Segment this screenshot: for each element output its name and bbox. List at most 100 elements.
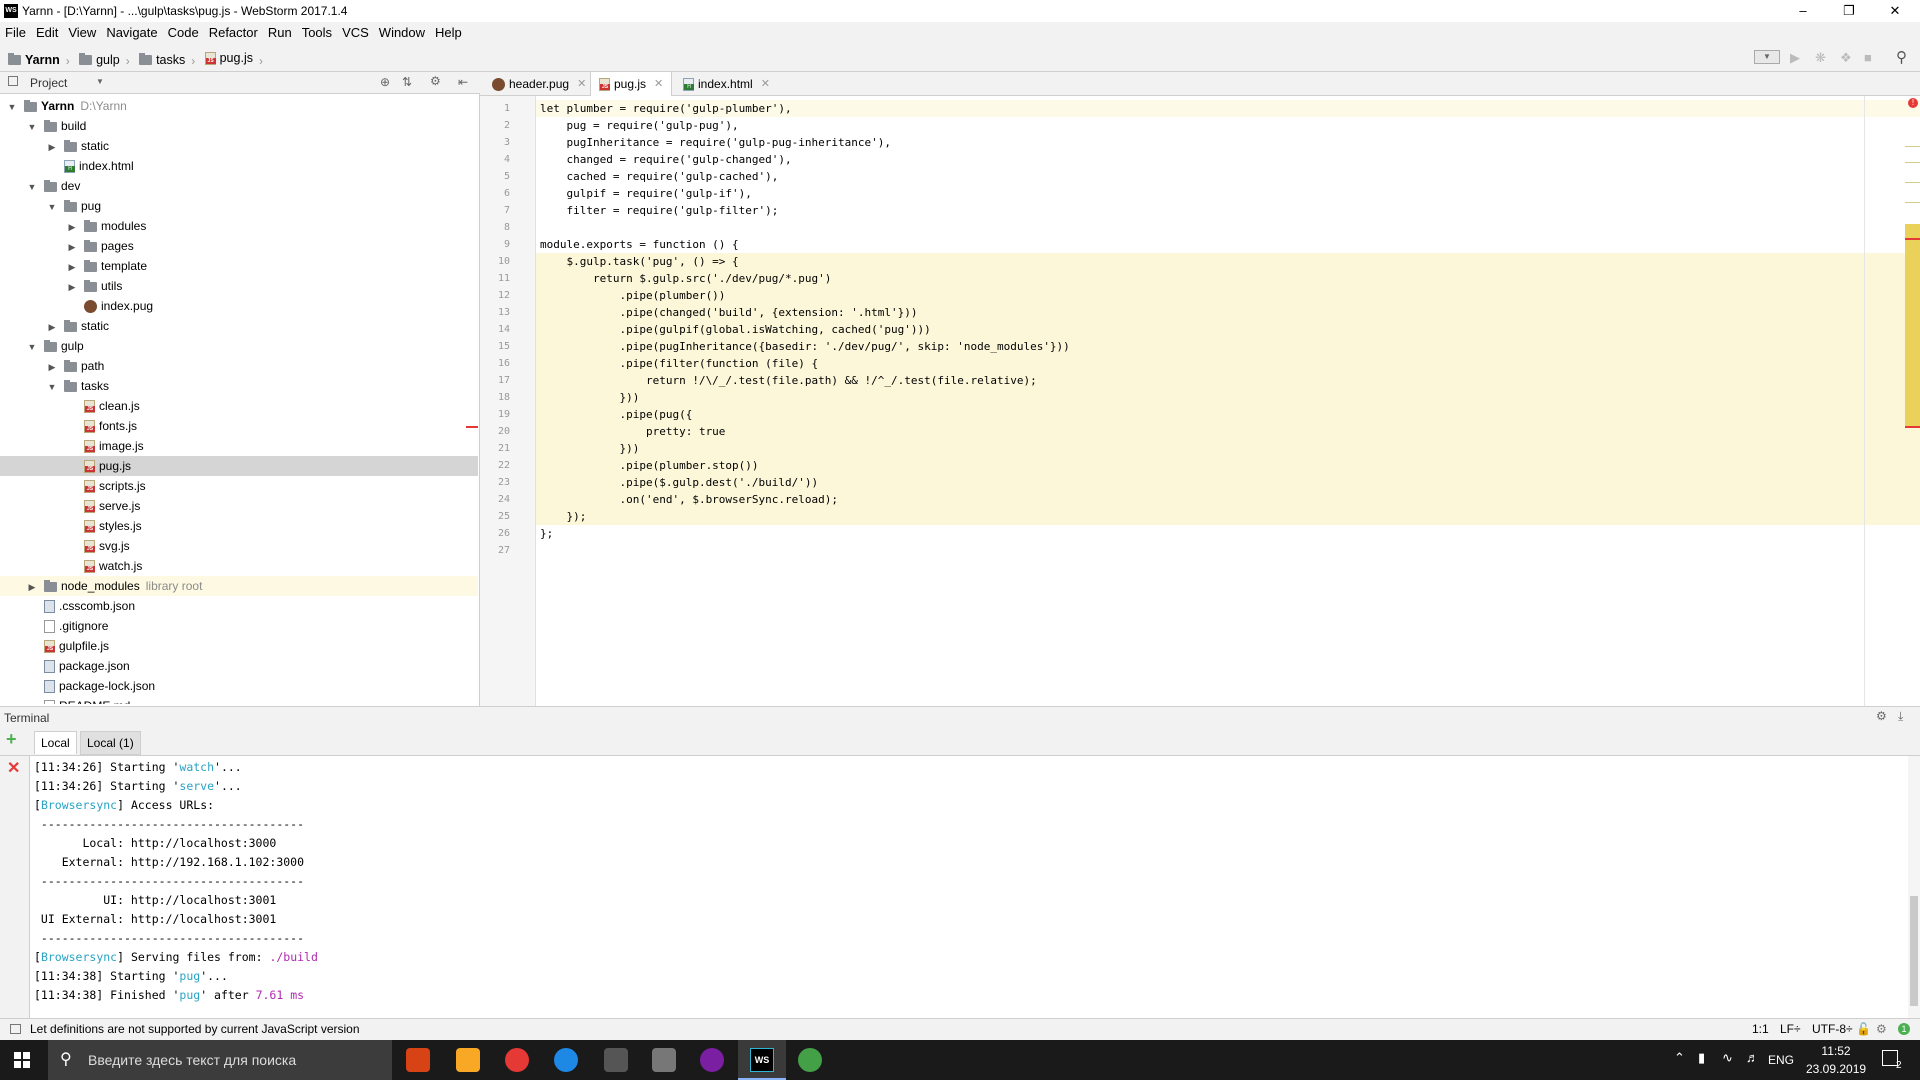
gear-icon[interactable]: ⚙ (430, 74, 441, 88)
collapsed-arrow-icon[interactable]: ▶ (66, 237, 78, 257)
menu-vcs[interactable]: VCS (337, 22, 374, 44)
collapsed-arrow-icon[interactable]: ▶ (46, 357, 58, 377)
caret-position[interactable]: 1:1 (1752, 1019, 1769, 1040)
terminal-scrollbar[interactable] (1908, 756, 1920, 1018)
tree-item[interactable]: serve.js (0, 496, 478, 516)
tree-item[interactable]: ▶ pages (0, 236, 478, 256)
run-config-dropdown[interactable]: ▼ (1754, 50, 1780, 64)
run-icon[interactable]: ▶ (1790, 50, 1800, 66)
collapsed-arrow-icon[interactable]: ▶ (66, 217, 78, 237)
tree-item[interactable]: .gitignore (0, 616, 478, 636)
menu-help[interactable]: Help (430, 22, 467, 44)
hide-panel-icon[interactable]: ⤓ (1898, 709, 1903, 724)
collapsed-arrow-icon[interactable]: ▶ (26, 577, 38, 597)
toggle-tool-windows-icon[interactable] (10, 1024, 21, 1034)
menu-file[interactable]: File (0, 22, 31, 44)
lock-icon[interactable]: 🔓 (1856, 1019, 1871, 1040)
language-indicator[interactable]: ENG (1768, 1053, 1794, 1067)
tree-item[interactable]: ▼ build (0, 116, 478, 136)
close-tab-icon[interactable]: ✕ (654, 72, 663, 96)
hide-panel-icon[interactable]: ⇤ (458, 75, 468, 89)
tree-item[interactable]: ▼ tasks (0, 376, 478, 396)
debug-icon[interactable]: ❋ (1815, 50, 1826, 66)
tree-item[interactable]: ▶ path (0, 356, 478, 376)
tree-item[interactable]: ▶ utils (0, 276, 478, 296)
collapse-all-icon[interactable]: ⇅ (402, 75, 412, 89)
status-message[interactable]: Let definitions are not supported by cur… (30, 1019, 360, 1040)
file-explorer-icon[interactable] (456, 1048, 480, 1072)
menu-run[interactable]: Run (263, 22, 297, 44)
skype-icon[interactable] (554, 1048, 578, 1072)
stop-icon[interactable]: ■ (1864, 50, 1872, 65)
code-editor[interactable]: let plumber = require('gulp-plumber'), p… (536, 96, 1920, 706)
chrome-icon[interactable] (798, 1048, 822, 1072)
tree-item[interactable]: ▶ template (0, 256, 478, 276)
search-everywhere-icon[interactable]: ⚲ (1896, 48, 1907, 66)
scroll-from-source-icon[interactable]: ⊕ (380, 75, 390, 89)
inspector-icon[interactable]: ⚙ (1876, 1019, 1887, 1040)
expanded-arrow-icon[interactable]: ▼ (26, 117, 38, 137)
tree-item[interactable]: .csscomb.json (0, 596, 478, 616)
battery-icon[interactable]: ▮ (1698, 1050, 1705, 1066)
minimize-button[interactable]: – (1780, 0, 1826, 22)
tree-item[interactable]: package.json (0, 656, 478, 676)
gear-icon[interactable]: ⚙ (1876, 709, 1887, 723)
tree-item[interactable]: ▶ static (0, 136, 478, 156)
tree-item[interactable]: ▶ static (0, 316, 478, 336)
breadcrumb-item-project[interactable]: Yarnn (8, 46, 60, 74)
expanded-arrow-icon[interactable]: ▼ (46, 197, 58, 217)
tab-terminal-local[interactable]: Local (34, 731, 77, 754)
tree-item[interactable]: package-lock.json (0, 676, 478, 696)
collapsed-arrow-icon[interactable]: ▶ (66, 257, 78, 277)
tree-item[interactable]: ▼ pug (0, 196, 478, 216)
tree-item[interactable]: ▼ gulp (0, 336, 478, 356)
menu-tools[interactable]: Tools (297, 22, 337, 44)
coverage-icon[interactable]: ❖ (1840, 50, 1852, 66)
menu-edit[interactable]: Edit (31, 22, 63, 44)
expanded-arrow-icon[interactable]: ▼ (6, 97, 18, 117)
tab-index-html[interactable]: index.html✕ (675, 72, 778, 96)
add-terminal-icon[interactable]: + (6, 729, 17, 750)
clock-date[interactable]: 23.09.2019 (1806, 1062, 1866, 1076)
menu-refactor[interactable]: Refactor (204, 22, 263, 44)
viber-icon[interactable] (700, 1048, 724, 1072)
tab-terminal-local-1[interactable]: Local (1) (80, 731, 141, 755)
expanded-arrow-icon[interactable]: ▼ (46, 377, 58, 397)
taskbar-search[interactable]: ⚲ Введите здесь текст для поиска (48, 1040, 392, 1080)
breadcrumb-item-file[interactable]: pug.js (204, 44, 253, 72)
event-log-icon[interactable]: 1 (1898, 1023, 1910, 1035)
tree-item[interactable]: ▼ dev (0, 176, 478, 196)
tree-item[interactable]: svg.js (0, 536, 478, 556)
tree-item[interactable]: ▶ modules (0, 216, 478, 236)
scrollbar-thumb[interactable] (1910, 896, 1918, 1006)
chevron-down-icon[interactable]: ▼ (96, 77, 104, 86)
breadcrumb-item-tasks[interactable]: tasks (139, 46, 185, 74)
tree-item[interactable]: index.pug (0, 296, 478, 316)
mail-icon[interactable] (652, 1048, 676, 1072)
volume-icon[interactable]: ♬ (1746, 1050, 1759, 1065)
tree-item[interactable]: ▼ Yarnn D:\Yarnn (0, 96, 478, 116)
maximize-button[interactable]: ❐ (1826, 0, 1872, 22)
tree-item[interactable]: watch.js (0, 556, 478, 576)
tree-item[interactable]: scripts.js (0, 476, 478, 496)
tree-item[interactable]: clean.js (0, 396, 478, 416)
collapsed-arrow-icon[interactable]: ▶ (66, 277, 78, 297)
app-icon-generic[interactable] (406, 1048, 430, 1072)
menu-code[interactable]: Code (163, 22, 204, 44)
line-separator[interactable]: LF÷ (1780, 1019, 1801, 1040)
tree-item[interactable]: gulpfile.js (0, 636, 478, 656)
collapsed-arrow-icon[interactable]: ▶ (46, 317, 58, 337)
tree-item[interactable]: image.js (0, 436, 478, 456)
tab-header-pug[interactable]: header.pug ✕ (484, 72, 594, 96)
tree-item[interactable]: index.html (0, 156, 478, 176)
tree-item[interactable]: ▶ node_modules library root (0, 576, 478, 596)
taskbar-webstorm-active[interactable]: WS (738, 1040, 786, 1080)
close-tab-icon[interactable]: ✕ (577, 72, 586, 96)
tree-item[interactable]: pug.js (0, 456, 478, 476)
expanded-arrow-icon[interactable]: ▼ (26, 177, 38, 197)
chevron-up-icon[interactable]: ⌃ (1674, 1050, 1685, 1066)
wifi-icon[interactable]: ∿ (1722, 1050, 1733, 1066)
terminal-output[interactable]: ✕ [11:34:26] Starting 'watch'... [11:34:2… (0, 756, 1920, 1018)
editor-scrollbar[interactable]: ! (1905, 96, 1920, 706)
menu-window[interactable]: Window (374, 22, 430, 44)
